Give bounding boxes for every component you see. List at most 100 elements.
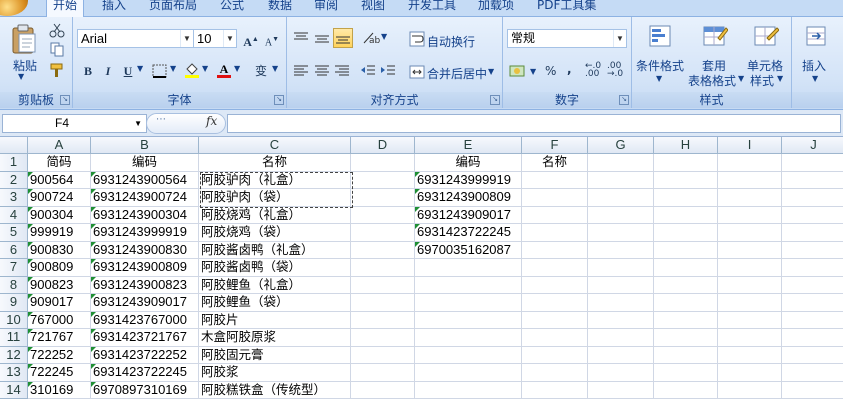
comma-button[interactable]: , xyxy=(567,62,572,76)
format-as-table-icon[interactable] xyxy=(702,24,728,50)
cell-g11[interactable] xyxy=(588,329,654,347)
cell-d10[interactable] xyxy=(351,311,415,329)
cell-f8[interactable] xyxy=(522,276,588,294)
cell-h2[interactable] xyxy=(654,171,718,189)
phonetic-button[interactable]: 变 xyxy=(251,61,271,81)
cell-h4[interactable] xyxy=(654,206,718,224)
cell-i7[interactable] xyxy=(718,259,782,277)
cell-b2[interactable]: 6931243900564 xyxy=(91,171,199,189)
bold-button[interactable]: B xyxy=(78,61,98,81)
cell-f6[interactable] xyxy=(522,241,588,259)
row-header[interactable]: 6 xyxy=(0,241,28,259)
cell-j6[interactable] xyxy=(782,242,843,259)
wrap-text-button[interactable]: 自动换行 xyxy=(427,33,475,50)
cell-g10[interactable] xyxy=(588,311,654,329)
row-header[interactable]: 5 xyxy=(0,224,28,242)
cell-f9[interactable] xyxy=(522,294,588,312)
fill-color-dropdown-icon[interactable]: ▼ xyxy=(202,64,208,73)
format-as-table-dropdown-icon[interactable]: ▼ xyxy=(738,74,744,83)
insert-cells-button[interactable]: 插入 xyxy=(802,57,826,74)
number-format-select[interactable]: 常规 ▼ xyxy=(507,29,627,48)
cell-a11[interactable]: 721767 xyxy=(28,329,91,347)
cell-e6[interactable]: 6970035162087 xyxy=(415,241,522,259)
worksheet-grid[interactable]: ABCDEFGHIJ 1 简码 编码 名称 编码 名称 2 900564 69312439005… xyxy=(0,137,843,400)
cell-c13[interactable]: 阿胶浆 xyxy=(199,364,351,382)
cell-g8[interactable] xyxy=(588,276,654,294)
row-header[interactable]: 11 xyxy=(0,329,28,347)
tab-8[interactable]: 加载项 xyxy=(472,0,520,15)
column-header-i[interactable]: I xyxy=(718,137,782,154)
cell-b7[interactable]: 6931243900809 xyxy=(91,259,199,277)
grow-font-button[interactable]: A▲ xyxy=(241,29,261,49)
cell-styles-label-2[interactable]: 样式 xyxy=(750,72,774,89)
cell-styles-icon[interactable] xyxy=(753,24,779,50)
cell-a1[interactable]: 简码 xyxy=(28,154,91,172)
cell-b8[interactable]: 6931243900823 xyxy=(91,276,199,294)
cell-d9[interactable] xyxy=(351,294,415,312)
format-painter-icon[interactable] xyxy=(49,62,65,78)
cell-e14[interactable] xyxy=(415,381,522,399)
cell-i14[interactable] xyxy=(718,381,782,399)
row-header[interactable]: 7 xyxy=(0,259,28,277)
cell-e5[interactable]: 6931423722245 xyxy=(415,224,522,242)
phonetic-dropdown-icon[interactable]: ▼ xyxy=(272,64,278,73)
cell-i4[interactable] xyxy=(718,206,782,224)
column-header-d[interactable]: D xyxy=(351,137,415,154)
paste-dropdown-icon[interactable]: ▼ xyxy=(18,72,24,81)
cell-j9[interactable] xyxy=(782,294,843,312)
align-right-icon[interactable] xyxy=(333,63,351,79)
font-size-select[interactable]: 10 ▼ xyxy=(193,29,237,48)
cell-f2[interactable] xyxy=(522,171,588,189)
cell-a6[interactable]: 900830 xyxy=(28,241,91,259)
cell-a4[interactable]: 900304 xyxy=(28,206,91,224)
cell-c5[interactable]: 阿胶烧鸡（袋） xyxy=(199,224,351,242)
cell-i6[interactable] xyxy=(718,241,782,259)
cell-a2[interactable]: 900564 xyxy=(28,171,91,189)
cell-a8[interactable]: 900823 xyxy=(28,276,91,294)
cell-d5[interactable] xyxy=(351,224,415,242)
cell-d1[interactable] xyxy=(351,154,415,172)
align-top-icon[interactable] xyxy=(292,30,310,46)
cell-c8[interactable]: 阿胶鲤鱼（礼盒） xyxy=(199,276,351,294)
cell-j3[interactable] xyxy=(782,189,843,207)
column-header-f[interactable]: F xyxy=(522,137,588,154)
cell-h12[interactable] xyxy=(654,346,718,364)
cell-i12[interactable] xyxy=(718,346,782,364)
cell-e2[interactable]: 6931243999919 xyxy=(415,171,522,189)
cell-j4[interactable] xyxy=(782,207,843,224)
row-header[interactable]: 14 xyxy=(0,381,28,399)
cell-c7[interactable]: 阿胶酱卤鸭（袋） xyxy=(199,259,351,277)
column-header-g[interactable]: G xyxy=(588,137,654,154)
cell-b13[interactable]: 6931423722245 xyxy=(91,364,199,382)
cell-i9[interactable] xyxy=(718,294,782,312)
decrease-indent-icon[interactable] xyxy=(359,63,377,79)
cell-f13[interactable] xyxy=(522,364,588,382)
number-dialog-launcher[interactable]: ↘ xyxy=(619,95,629,105)
row-header[interactable]: 1 xyxy=(0,154,28,172)
column-header-c[interactable]: C xyxy=(199,137,351,154)
cell-h6[interactable] xyxy=(654,241,718,259)
text-orientation-icon[interactable]: ab xyxy=(361,29,381,47)
tab-3[interactable]: 公式 xyxy=(214,0,250,15)
cell-d14[interactable] xyxy=(351,381,415,399)
number-format-dropdown-icon[interactable]: ▼ xyxy=(613,30,626,47)
cell-f12[interactable] xyxy=(522,346,588,364)
cell-g3[interactable] xyxy=(588,189,654,207)
font-dialog-launcher[interactable]: ↘ xyxy=(274,95,284,105)
cell-e1[interactable]: 编码 xyxy=(415,154,522,172)
cell-h10[interactable] xyxy=(654,311,718,329)
cell-h3[interactable] xyxy=(654,189,718,207)
borders-dropdown-icon[interactable]: ▼ xyxy=(170,64,176,73)
row-header[interactable]: 3 xyxy=(0,189,28,207)
cell-j1[interactable] xyxy=(782,154,843,172)
row-header[interactable]: 13 xyxy=(0,364,28,382)
cell-c1[interactable]: 名称 xyxy=(199,154,351,172)
name-box-dropdown-icon[interactable]: ▼ xyxy=(134,115,142,132)
cell-a10[interactable]: 767000 xyxy=(28,311,91,329)
format-as-table-label-2[interactable]: 表格格式 xyxy=(688,72,736,89)
cell-b4[interactable]: 6931243900304 xyxy=(91,206,199,224)
cell-f7[interactable] xyxy=(522,259,588,277)
font-name-select[interactable]: Arial ▼ xyxy=(77,29,194,48)
cell-h14[interactable] xyxy=(654,381,718,399)
decrease-decimal-icon[interactable]: .00 →.0 xyxy=(607,62,623,79)
